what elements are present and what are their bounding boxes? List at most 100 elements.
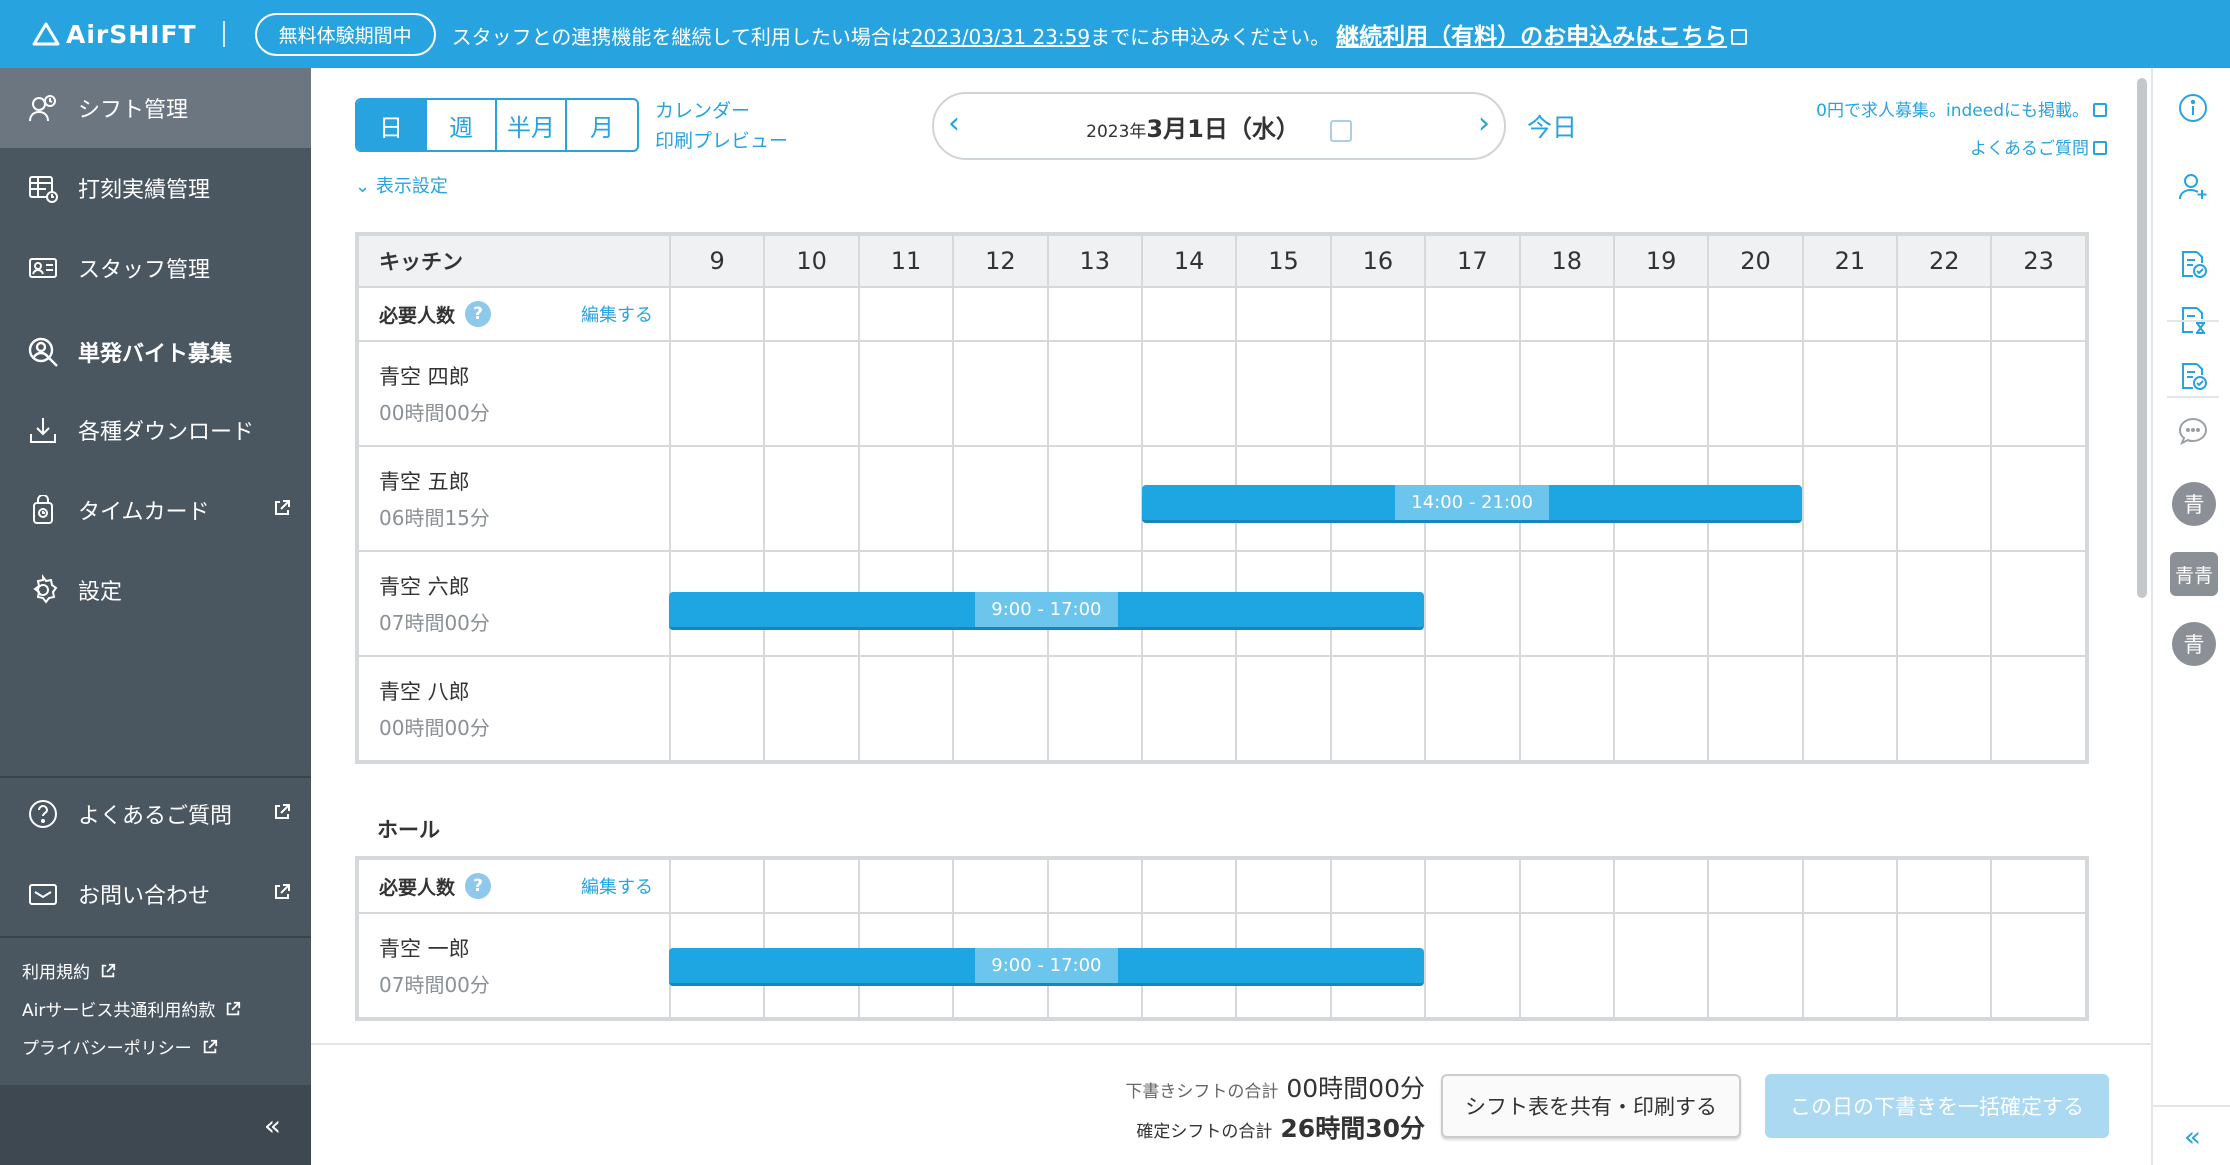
print-preview-link[interactable]: 印刷プレビュー [655, 126, 788, 156]
shift-slot[interactable] [1140, 655, 1238, 762]
required-count-cell[interactable] [1329, 858, 1427, 914]
sidebar-item-timeclock[interactable]: 打刻実績管理 [0, 148, 311, 228]
shift-slot[interactable] [763, 445, 860, 552]
staff-avatar[interactable]: 青 [2172, 482, 2216, 526]
continue-signup-link[interactable]: 継続利用（有料）のお申込みはこちら [1336, 24, 1748, 50]
shift-slot[interactable] [1990, 340, 2087, 447]
terms-link[interactable]: 利用規約 [22, 958, 116, 983]
required-count-cell[interactable] [1896, 858, 1993, 914]
view-month-button[interactable]: 月 [567, 100, 637, 150]
today-button[interactable]: 今日 [1527, 108, 1577, 144]
privacy-policy-link[interactable]: プライバシーポリシー [22, 1034, 218, 1059]
required-count-cell[interactable] [1707, 858, 1804, 914]
current-date[interactable]: 2023年3月1日（水） [1086, 109, 1352, 144]
shift-slot[interactable] [1424, 340, 1521, 447]
shift-slot[interactable] [1707, 550, 1804, 657]
required-count-cell[interactable] [763, 858, 860, 914]
calendar-icon[interactable] [1329, 119, 1352, 142]
sidebar-item-help[interactable]: よくあるご質問 [0, 774, 311, 854]
chat-icon[interactable] [2175, 413, 2211, 449]
shift-slot[interactable] [1329, 340, 1427, 447]
required-count-cell[interactable] [952, 858, 1049, 914]
shift-slot[interactable] [952, 340, 1049, 447]
required-count-cell[interactable] [1990, 858, 2087, 914]
previous-day-button[interactable]: ‹ [948, 106, 960, 141]
shift-slot[interactable] [1990, 912, 2087, 1019]
shift-slot[interactable] [1707, 655, 1804, 762]
shift-slot[interactable] [1707, 912, 1804, 1019]
rail-collapse-button[interactable]: « [2153, 1105, 2230, 1165]
sidebar-item-recruit[interactable]: 単発バイト募集 [0, 312, 311, 392]
doc-check-icon[interactable] [2175, 246, 2211, 282]
sidebar-item-shift[interactable]: シフト管理 [0, 68, 311, 148]
required-count-cell[interactable] [1707, 286, 1804, 342]
shift-slot[interactable] [668, 445, 766, 552]
group-avatar[interactable]: 青青 [2170, 552, 2218, 596]
shift-slot[interactable] [857, 445, 955, 552]
shift-bar[interactable]: 9:00 - 17:00 [669, 592, 1424, 630]
required-count-cell[interactable] [668, 286, 766, 342]
required-count-cell[interactable] [857, 858, 955, 914]
staff-row-header[interactable]: 青空 一郎 07時間00分 [357, 912, 671, 1019]
shift-slot[interactable] [1424, 550, 1521, 657]
shift-slot[interactable] [668, 340, 766, 447]
shift-slot[interactable] [1896, 912, 1993, 1019]
required-count-cell[interactable] [668, 858, 766, 914]
vertical-scrollbar[interactable] [2133, 68, 2151, 1043]
staff-row-header[interactable]: 青空 六郎 07時間00分 [357, 550, 671, 657]
shift-slot[interactable] [1329, 655, 1427, 762]
scrollbar-thumb[interactable] [2137, 78, 2147, 598]
shift-slot[interactable] [763, 340, 860, 447]
edit-required-link[interactable]: 編集する [581, 873, 653, 899]
required-count-cell[interactable] [1518, 286, 1615, 342]
shift-slot[interactable] [1518, 655, 1615, 762]
shift-slot[interactable] [1612, 550, 1710, 657]
shift-slot[interactable] [1518, 550, 1615, 657]
help-icon[interactable]: ? [465, 301, 492, 327]
required-count-cell[interactable] [1235, 858, 1332, 914]
shift-slot[interactable] [1801, 655, 1899, 762]
shift-slot[interactable] [1424, 912, 1521, 1019]
shift-slot[interactable] [1424, 655, 1521, 762]
required-count-cell[interactable] [1424, 858, 1521, 914]
shift-slot[interactable] [1046, 445, 1143, 552]
required-count-cell[interactable] [1235, 286, 1332, 342]
shift-slot[interactable] [1140, 340, 1238, 447]
display-settings-toggle[interactable]: ⌄ 表示設定 [355, 172, 448, 198]
required-count-cell[interactable] [1424, 286, 1521, 342]
sidebar-item-settings[interactable]: 設定 [0, 550, 311, 630]
shift-slot[interactable] [1518, 912, 1615, 1019]
staff-row-header[interactable]: 青空 四郎 00時間00分 [357, 340, 671, 447]
required-count-cell[interactable] [1140, 858, 1238, 914]
shift-slot[interactable] [1707, 340, 1804, 447]
info-icon[interactable] [2175, 90, 2211, 126]
required-count-cell[interactable] [1518, 858, 1615, 914]
sidebar-collapse-button[interactable]: « [0, 1085, 311, 1165]
sidebar-item-staff[interactable]: スタッフ管理 [0, 228, 311, 308]
shift-slot[interactable] [1990, 550, 2087, 657]
shift-bar[interactable]: 9:00 - 17:00 [669, 948, 1424, 986]
sidebar-item-timecard[interactable]: タイムカード [0, 470, 311, 550]
required-count-cell[interactable] [1046, 286, 1143, 342]
next-day-button[interactable]: › [1478, 106, 1490, 141]
shift-slot[interactable] [1896, 445, 1993, 552]
shift-slot[interactable] [857, 655, 955, 762]
shift-bar[interactable]: 14:00 - 21:00 [1142, 485, 1803, 523]
shift-slot[interactable] [1046, 655, 1143, 762]
view-day-button[interactable]: 日 [357, 100, 427, 150]
app-logo[interactable]: AirSHIFT [32, 20, 197, 49]
required-count-cell[interactable] [1801, 858, 1899, 914]
shift-slot[interactable] [1896, 550, 1993, 657]
required-count-cell[interactable] [1801, 286, 1899, 342]
service-agreement-link[interactable]: Airサービス共通利用約款 [22, 996, 241, 1021]
shift-slot[interactable] [1990, 445, 2087, 552]
shift-slot[interactable] [1235, 340, 1332, 447]
shift-slot[interactable] [668, 655, 766, 762]
required-count-cell[interactable] [1896, 286, 1993, 342]
shift-slot[interactable] [952, 445, 1049, 552]
required-count-cell[interactable] [1990, 286, 2087, 342]
shift-slot[interactable] [1518, 340, 1615, 447]
shift-slot[interactable] [1046, 340, 1143, 447]
edit-required-link[interactable]: 編集する [581, 301, 653, 327]
bulk-confirm-button[interactable]: この日の下書きを一括確定する [1765, 1074, 2109, 1138]
